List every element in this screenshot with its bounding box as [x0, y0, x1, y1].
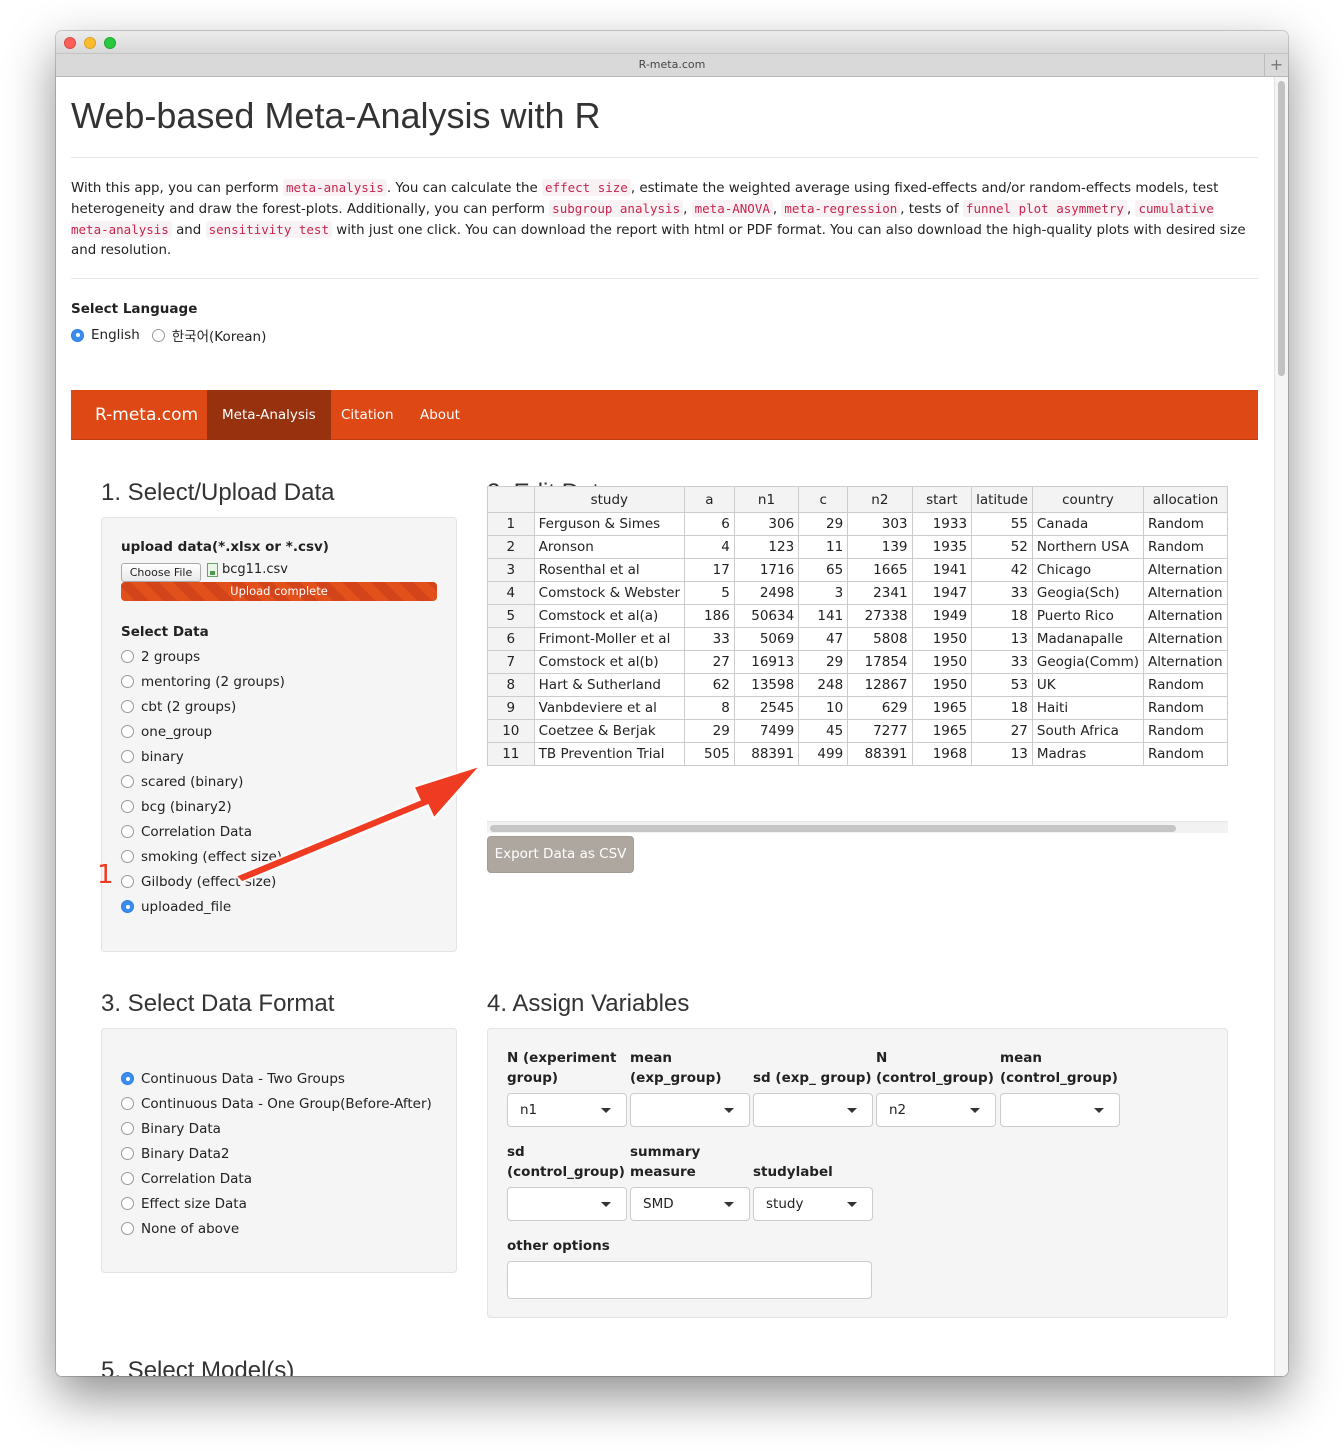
arrow-pointer-icon	[234, 764, 483, 883]
annotation-arrow	[234, 764, 483, 883]
step-number-badge: 1	[97, 860, 114, 890]
